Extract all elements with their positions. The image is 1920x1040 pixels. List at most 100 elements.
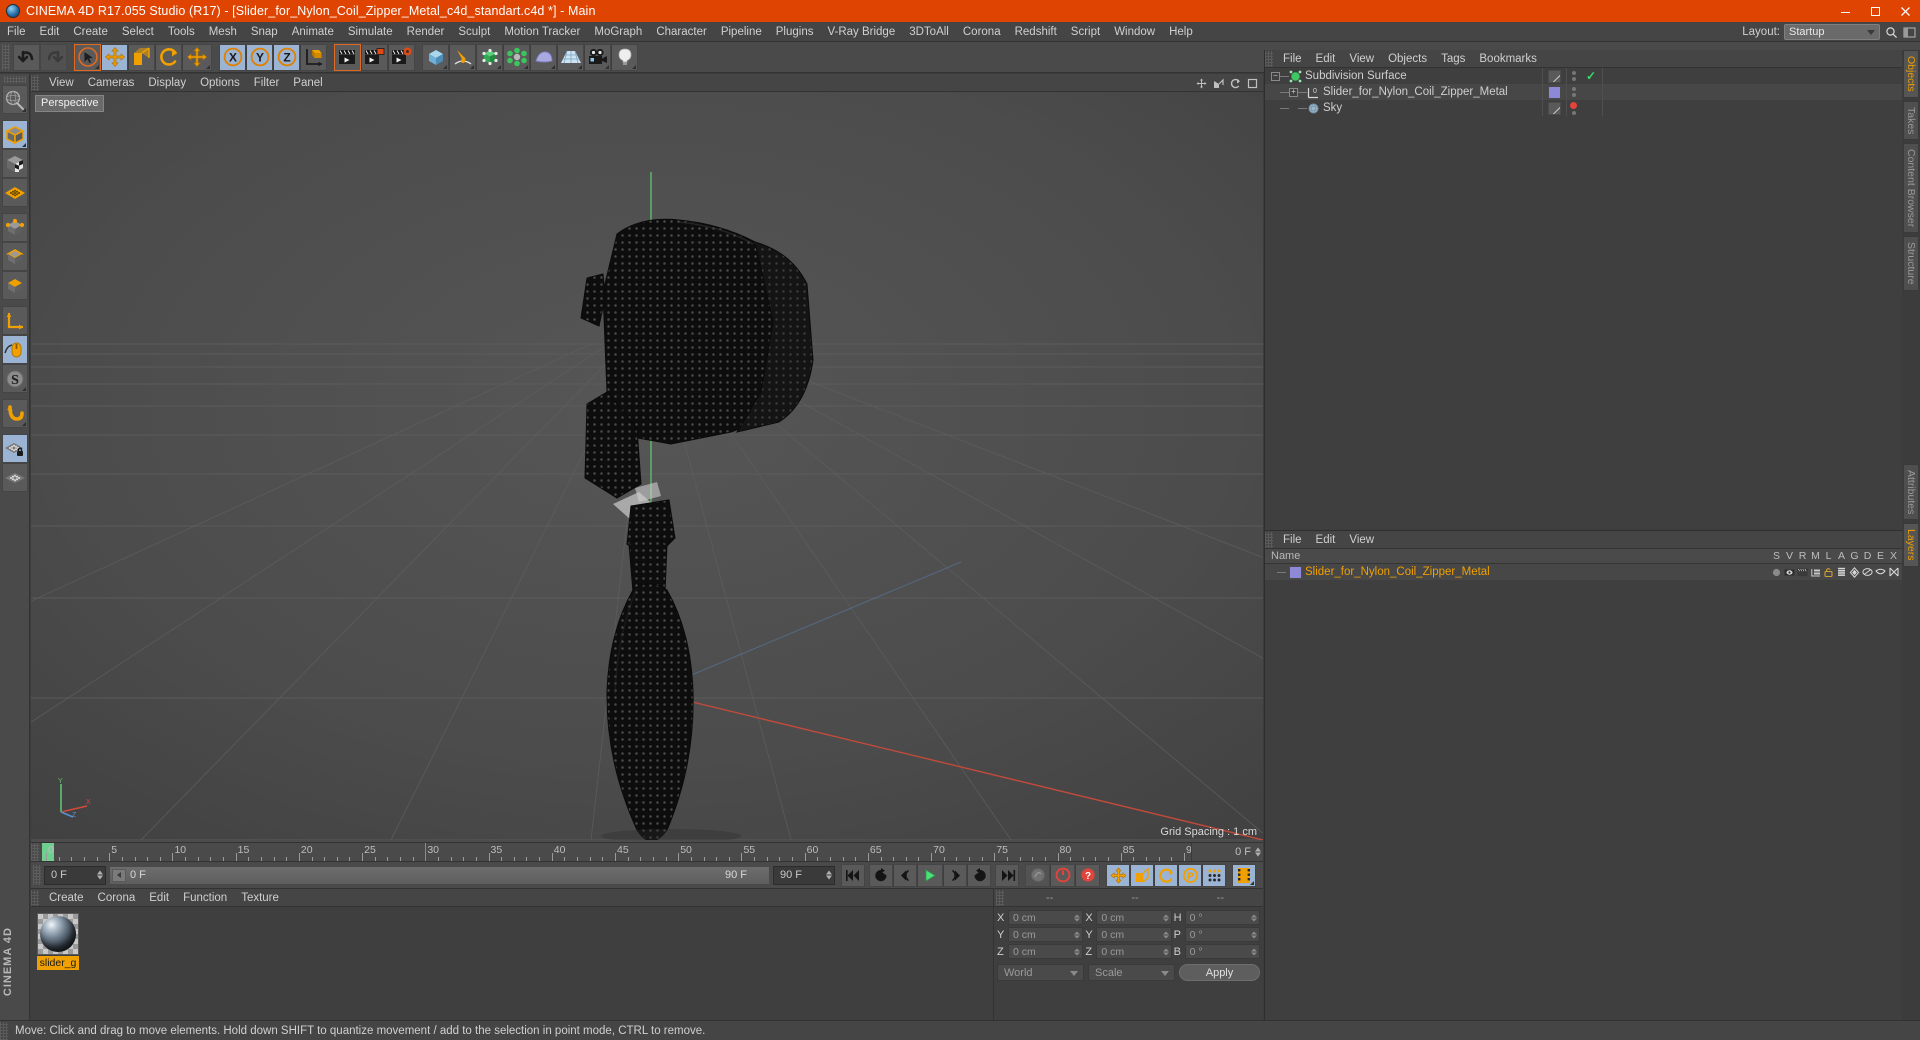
texture-mode-button[interactable]	[1, 149, 28, 178]
add-floor-button[interactable]	[557, 43, 584, 71]
layer-col-l[interactable]: L	[1822, 549, 1835, 564]
object-tag-slot[interactable]	[1542, 84, 1566, 100]
pos-z-spinner[interactable]	[1074, 948, 1081, 955]
record-scale-button[interactable]	[1130, 863, 1154, 887]
layer-col-d[interactable]: D	[1861, 549, 1874, 564]
current-frame-spinner[interactable]	[97, 870, 103, 880]
scale-view-icon[interactable]	[1211, 76, 1225, 90]
layer-grip[interactable]	[1265, 531, 1273, 548]
menu-edit[interactable]: Edit	[33, 22, 67, 42]
object-visibility-dots[interactable]	[1566, 100, 1580, 116]
object-row-content[interactable]: Subdivision Surface	[1289, 70, 1407, 83]
workplane-lock-button[interactable]	[1, 434, 28, 463]
object-tag-slot[interactable]	[1542, 68, 1566, 84]
object-enable-marker[interactable]: ✓	[1580, 68, 1602, 84]
play-reverse-button[interactable]	[869, 863, 893, 887]
expander-minus-icon[interactable]: −	[1271, 71, 1280, 81]
tab-content-browser[interactable]: Content Browser	[1903, 143, 1919, 234]
add-deformer-button[interactable]	[503, 43, 530, 71]
menu-script[interactable]: Script	[1064, 22, 1107, 42]
render-settings-button[interactable]	[388, 43, 415, 71]
toolbar-grip[interactable]	[2, 44, 10, 70]
menu-mograph[interactable]: MoGraph	[587, 22, 649, 42]
object-visibility-dots[interactable]	[1566, 68, 1580, 84]
menu-pipeline[interactable]: Pipeline	[714, 22, 769, 42]
pos-z-input[interactable]: 0 cm	[1008, 944, 1084, 959]
enable-axis-modification-button[interactable]	[1, 306, 28, 335]
go-to-previous-key-button[interactable]	[893, 863, 917, 887]
end-frame-spinner[interactable]	[826, 870, 832, 880]
menu-window[interactable]: Window	[1107, 22, 1162, 42]
size-x-input[interactable]: 0 cm	[1096, 910, 1172, 925]
animation-icon[interactable]	[1835, 567, 1848, 577]
record-point-level-button[interactable]	[1202, 863, 1226, 887]
rot-h-input[interactable]: 0 °	[1184, 910, 1260, 925]
object-tag-area[interactable]	[1602, 100, 1902, 116]
material-name[interactable]: slider_g	[37, 956, 79, 970]
rot-b-input[interactable]: 0 °	[1184, 944, 1260, 959]
menu-snap[interactable]: Snap	[244, 22, 285, 42]
tab-layers[interactable]: Layers	[1903, 523, 1919, 567]
pos-y-input[interactable]: 0 cm	[1008, 927, 1084, 942]
xref-icon[interactable]	[1887, 567, 1900, 577]
object-visibility-dots[interactable]	[1566, 84, 1580, 100]
tab-objects[interactable]: Objects	[1903, 50, 1919, 98]
add-camera-button[interactable]	[584, 43, 611, 71]
lock-x-axis-button[interactable]: X	[219, 43, 246, 71]
edges-mode-button[interactable]	[1, 242, 28, 271]
editor-visibility-dot-icon[interactable]	[1571, 110, 1576, 115]
add-spline-button[interactable]	[449, 43, 476, 71]
rot-b-spinner[interactable]	[1250, 948, 1257, 955]
material-grip[interactable]	[31, 889, 39, 906]
tab-structure[interactable]: Structure	[1903, 236, 1919, 291]
solo-dot-icon[interactable]	[1770, 568, 1783, 577]
object-enable-marker[interactable]	[1580, 84, 1602, 100]
rotate-tool[interactable]	[155, 43, 182, 71]
size-y-spinner[interactable]	[1162, 931, 1169, 938]
menu-help[interactable]: Help	[1162, 22, 1200, 42]
animation-grip[interactable]	[33, 865, 41, 885]
menu-3dtoall[interactable]: 3DToAll	[902, 22, 956, 42]
layer-col-g[interactable]: G	[1848, 549, 1861, 564]
add-light-button[interactable]	[611, 43, 638, 71]
autokeying-button[interactable]	[1050, 863, 1075, 887]
scale-tool[interactable]	[128, 43, 155, 71]
timeline-grip[interactable]	[31, 843, 39, 861]
time-slider-knob[interactable]	[112, 868, 126, 882]
record-rotation-button[interactable]	[1154, 863, 1178, 887]
world-object-coordinate-button[interactable]	[300, 43, 327, 71]
visible-eye-icon[interactable]	[1783, 568, 1796, 577]
viewport-solo-button[interactable]	[1, 335, 28, 364]
render-clapper-icon[interactable]	[1796, 568, 1809, 577]
menu-render[interactable]: Render	[400, 22, 452, 42]
layer-row-content[interactable]: Slider_for_Nylon_Coil_Zipper_Metal	[1265, 565, 1490, 579]
undo-button[interactable]	[13, 43, 40, 71]
minimize-icon[interactable]	[1830, 0, 1860, 22]
material-menu-corona[interactable]: Corona	[91, 889, 143, 907]
redo-button[interactable]	[40, 43, 67, 71]
menu-animate[interactable]: Animate	[285, 22, 341, 42]
viewport-menu-filter[interactable]: Filter	[247, 74, 287, 92]
left-toolbar-grip[interactable]	[3, 76, 26, 83]
expression-icon[interactable]	[1874, 568, 1887, 577]
deformer-icon[interactable]	[1861, 567, 1874, 577]
object-enable-marker[interactable]	[1580, 100, 1602, 116]
layer-col-s[interactable]: S	[1770, 549, 1783, 564]
size-z-input[interactable]: 0 cm	[1096, 944, 1172, 959]
size-z-spinner[interactable]	[1162, 948, 1169, 955]
menu-redshift[interactable]: Redshift	[1008, 22, 1064, 42]
play-forward-button[interactable]	[917, 863, 943, 887]
layer-color-swatch[interactable]	[1289, 565, 1302, 579]
object-row-subdivision-surface[interactable]: − Subdivision Surface ✓	[1265, 68, 1902, 84]
timeline-ruler[interactable]: 051015202530354045505560657075808590 0 F	[31, 842, 1263, 862]
size-x-spinner[interactable]	[1162, 914, 1169, 921]
menu-file[interactable]: File	[0, 22, 33, 42]
keyframe-selection-button[interactable]: ?	[1075, 863, 1100, 887]
coordinates-grip[interactable]	[996, 889, 1004, 906]
object-row-slider-mesh[interactable]: + 0 Slider_for_Nylon_Coil_Zipper_Metal	[1265, 84, 1902, 100]
make-editable-button[interactable]	[1, 85, 28, 114]
object-row-sky[interactable]: Sky	[1265, 100, 1902, 116]
material-preview[interactable]	[37, 913, 79, 955]
polygons-mode-button[interactable]	[1, 271, 28, 300]
object-menu-tags[interactable]: Tags	[1434, 50, 1472, 68]
